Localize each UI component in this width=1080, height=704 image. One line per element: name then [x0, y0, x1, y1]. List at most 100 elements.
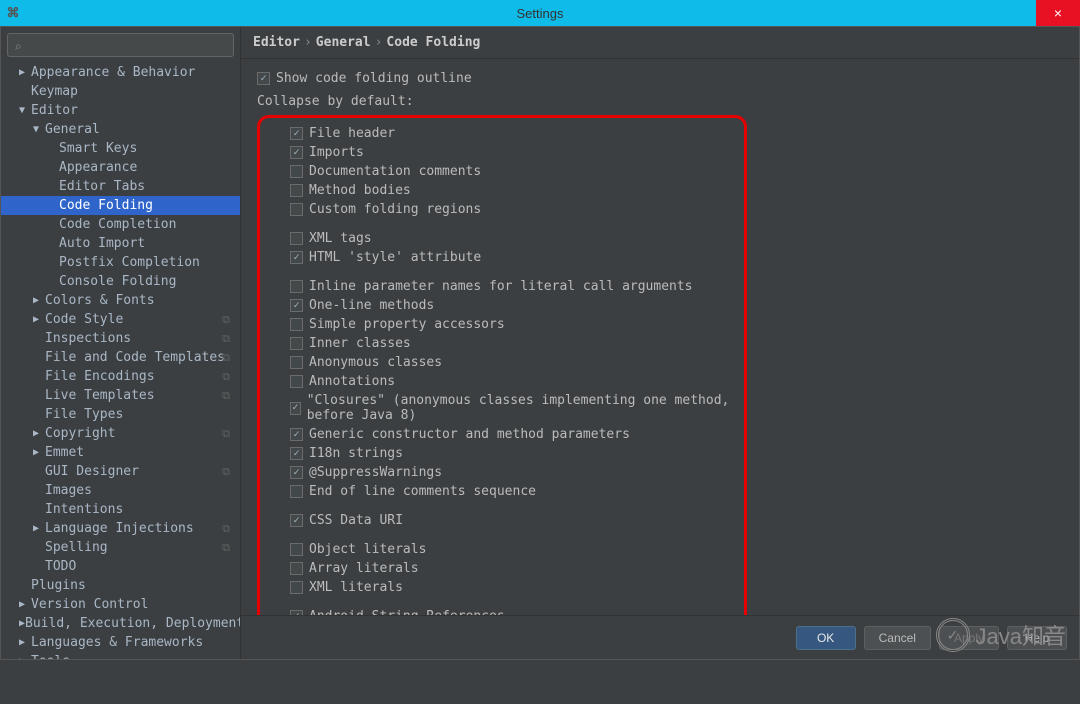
expand-arrow-icon: ▶	[33, 295, 45, 306]
fold-option-checkbox[interactable]: HTML 'style' attribute	[270, 248, 734, 267]
tree-item-language-injections[interactable]: ▶Language Injections⧉	[1, 519, 240, 538]
settings-tree[interactable]: ▶Appearance & BehaviorKeymap▼Editor▼Gene…	[1, 63, 240, 659]
tree-item-emmet[interactable]: ▶Emmet	[1, 443, 240, 462]
sidebar: ⌕ ▶Appearance & BehaviorKeymap▼Editor▼Ge…	[1, 27, 241, 659]
content-panel: Editor›General›Code Folding Show code fo…	[241, 27, 1079, 659]
fold-option-checkbox[interactable]: Annotations	[270, 372, 734, 391]
tree-item-editor[interactable]: ▼Editor	[1, 101, 240, 120]
tree-item-plugins[interactable]: Plugins	[1, 576, 240, 595]
tree-item-tools[interactable]: ▶Tools	[1, 652, 240, 659]
tree-item-label: File Encodings	[45, 369, 155, 384]
tree-item-file-types[interactable]: File Types	[1, 405, 240, 424]
scope-badge-icon: ⧉	[222, 313, 230, 327]
tree-item-code-folding[interactable]: Code Folding	[1, 196, 240, 215]
fold-option-checkbox[interactable]: "Closures" (anonymous classes implementi…	[270, 391, 734, 425]
search-input[interactable]	[7, 33, 234, 57]
tree-item-label: Copyright	[45, 426, 115, 441]
ok-button[interactable]: OK	[796, 626, 856, 650]
checkbox-label: Imports	[309, 145, 364, 160]
checkbox-label: Generic constructor and method parameter…	[309, 427, 630, 442]
expand-arrow-icon: ▶	[33, 447, 45, 458]
tree-item-keymap[interactable]: Keymap	[1, 82, 240, 101]
fold-option-checkbox[interactable]: Android String References	[270, 607, 734, 615]
scope-badge-icon: ⧉	[222, 465, 230, 479]
tree-item-label: Code Style	[45, 312, 123, 327]
tree-item-colors-fonts[interactable]: ▶Colors & Fonts	[1, 291, 240, 310]
tree-item-label: File and Code Templates	[45, 350, 225, 365]
fold-option-checkbox[interactable]: Anonymous classes	[270, 353, 734, 372]
tree-item-appearance-behavior[interactable]: ▶Appearance & Behavior	[1, 63, 240, 82]
fold-option-checkbox[interactable]: Object literals	[270, 540, 734, 559]
tree-item-spelling[interactable]: Spelling⧉	[1, 538, 240, 557]
checkbox-label: Annotations	[309, 374, 395, 389]
tree-item-version-control[interactable]: ▶Version Control	[1, 595, 240, 614]
watermark-icon: ✓	[936, 618, 970, 652]
tree-item-copyright[interactable]: ▶Copyright⧉	[1, 424, 240, 443]
fold-option-checkbox[interactable]: XML literals	[270, 578, 734, 597]
tree-item-label: Images	[45, 483, 92, 498]
fold-option-checkbox[interactable]: CSS Data URI	[270, 511, 734, 530]
tree-item-smart-keys[interactable]: Smart Keys	[1, 139, 240, 158]
expand-arrow-icon: ▶	[19, 656, 31, 659]
fold-option-checkbox[interactable]: Simple property accessors	[270, 315, 734, 334]
window-title: Settings	[517, 6, 564, 21]
tree-item-intentions[interactable]: Intentions	[1, 500, 240, 519]
fold-option-checkbox[interactable]: Array literals	[270, 559, 734, 578]
tree-item-file-and-code-templates[interactable]: File and Code Templates⧉	[1, 348, 240, 367]
tree-item-languages-frameworks[interactable]: ▶Languages & Frameworks	[1, 633, 240, 652]
tree-item-label: File Types	[45, 407, 123, 422]
tree-item-gui-designer[interactable]: GUI Designer⧉	[1, 462, 240, 481]
tree-item-label: Language Injections	[45, 521, 194, 536]
tree-item-inspections[interactable]: Inspections⧉	[1, 329, 240, 348]
fold-option-checkbox[interactable]: One-line methods	[270, 296, 734, 315]
tree-item-label: Keymap	[31, 84, 78, 99]
tree-item-label: Live Templates	[45, 388, 155, 403]
watermark: ✓ Java知音	[936, 618, 1066, 652]
checkbox-label: I18n strings	[309, 446, 403, 461]
fold-option-checkbox[interactable]: Documentation comments	[270, 162, 734, 181]
scope-badge-icon: ⧉	[222, 370, 230, 384]
tree-item-label: Editor Tabs	[59, 179, 145, 194]
tree-item-label: Editor	[31, 103, 78, 118]
fold-option-checkbox[interactable]: Inline parameter names for literal call …	[270, 277, 734, 296]
checkbox-icon	[290, 299, 303, 312]
tree-item-auto-import[interactable]: Auto Import	[1, 234, 240, 253]
tree-item-live-templates[interactable]: Live Templates⧉	[1, 386, 240, 405]
fold-option-checkbox[interactable]: File header	[270, 124, 734, 143]
show-outline-checkbox[interactable]: Show code folding outline	[257, 69, 1063, 88]
fold-option-checkbox[interactable]: End of line comments sequence	[270, 482, 734, 501]
fold-option-checkbox[interactable]: Imports	[270, 143, 734, 162]
fold-option-checkbox[interactable]: Method bodies	[270, 181, 734, 200]
tree-item-code-completion[interactable]: Code Completion	[1, 215, 240, 234]
close-button[interactable]: ×	[1036, 0, 1080, 26]
tree-item-console-folding[interactable]: Console Folding	[1, 272, 240, 291]
tree-item-appearance[interactable]: Appearance	[1, 158, 240, 177]
collapse-options-highlight: File header Imports Documentation comments…	[257, 115, 747, 615]
scope-badge-icon: ⧉	[222, 351, 230, 365]
checkbox-icon	[290, 318, 303, 331]
tree-item-code-style[interactable]: ▶Code Style⧉	[1, 310, 240, 329]
checkbox-icon	[290, 428, 303, 441]
titlebar: ⌘ Settings ×	[0, 0, 1080, 26]
scope-badge-icon: ⧉	[222, 522, 230, 536]
tree-item-label: Emmet	[45, 445, 84, 460]
tree-item-editor-tabs[interactable]: Editor Tabs	[1, 177, 240, 196]
checkbox-label: XML literals	[309, 580, 403, 595]
tree-item-todo[interactable]: TODO	[1, 557, 240, 576]
tree-item-label: Tools	[31, 654, 70, 659]
fold-option-checkbox[interactable]: @SuppressWarnings	[270, 463, 734, 482]
scope-badge-icon: ⧉	[222, 541, 230, 555]
fold-option-checkbox[interactable]: XML tags	[270, 229, 734, 248]
fold-option-checkbox[interactable]: I18n strings	[270, 444, 734, 463]
cancel-button[interactable]: Cancel	[864, 626, 931, 650]
tree-item-general[interactable]: ▼General	[1, 120, 240, 139]
tree-item-postfix-completion[interactable]: Postfix Completion	[1, 253, 240, 272]
tree-item-build-execution-deployment[interactable]: ▶Build, Execution, Deployment	[1, 614, 240, 633]
tree-item-file-encodings[interactable]: File Encodings ⧉	[1, 367, 240, 386]
checkbox-icon	[290, 356, 303, 369]
fold-option-checkbox[interactable]: Custom folding regions	[270, 200, 734, 219]
expand-arrow-icon: ▼	[33, 124, 45, 135]
fold-option-checkbox[interactable]: Generic constructor and method parameter…	[270, 425, 734, 444]
tree-item-images[interactable]: Images	[1, 481, 240, 500]
fold-option-checkbox[interactable]: Inner classes	[270, 334, 734, 353]
